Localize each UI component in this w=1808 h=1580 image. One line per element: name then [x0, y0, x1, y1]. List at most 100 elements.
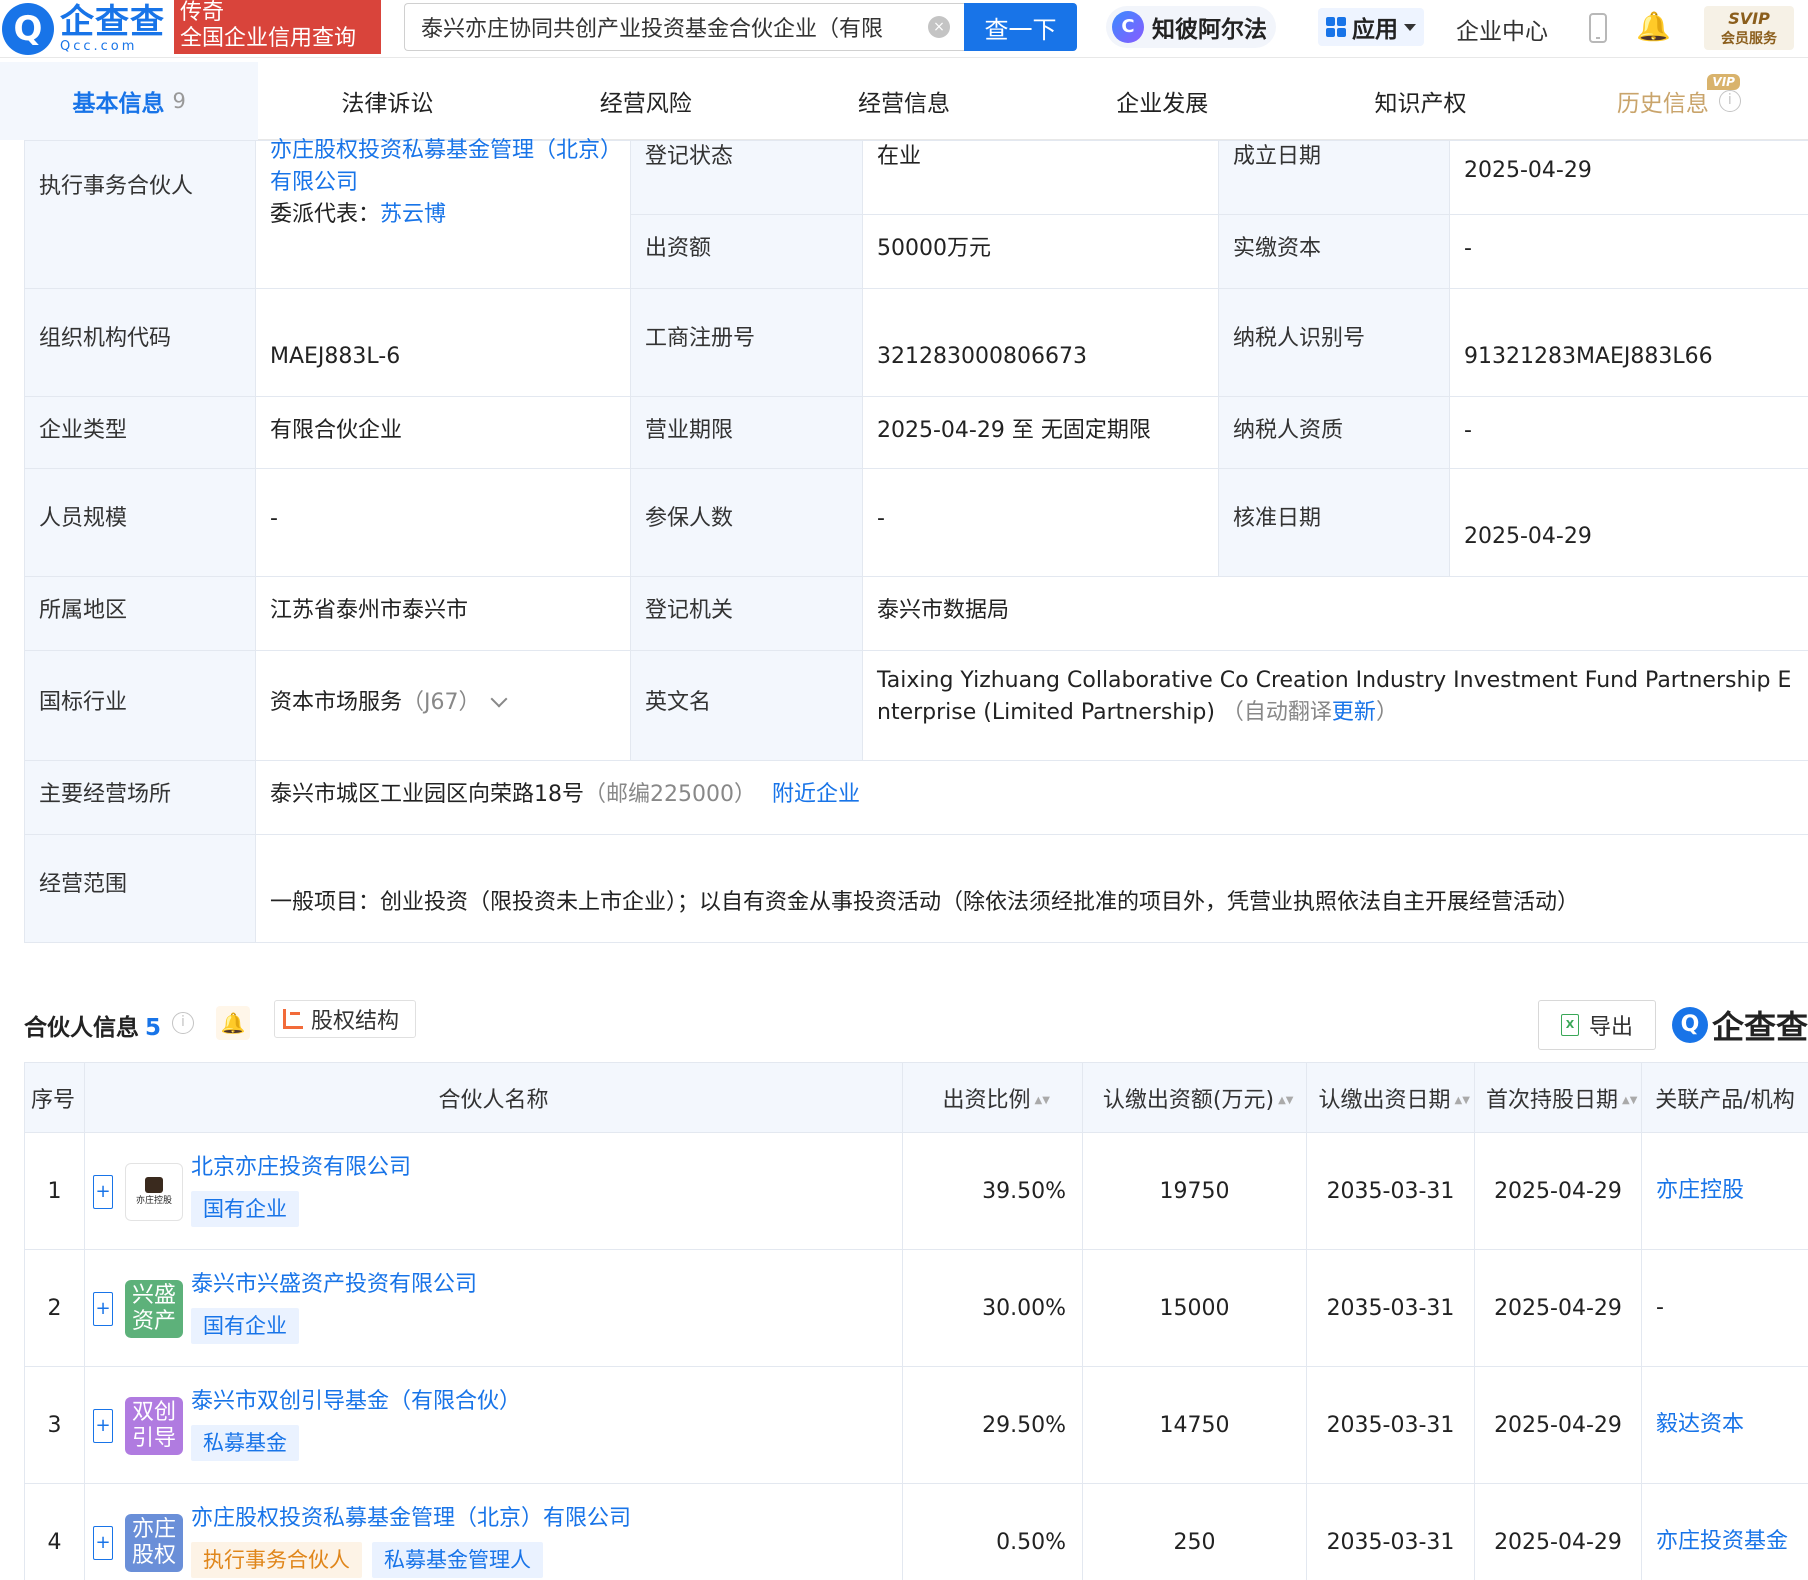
expand-icon[interactable]: + [93, 1526, 113, 1560]
sort-icon[interactable]: ▲▼ [1455, 1095, 1470, 1105]
tab-history[interactable]: 历史信息 VIP i [1550, 62, 1808, 140]
apps-menu-button[interactable]: 应用 [1318, 8, 1424, 46]
sort-icon[interactable]: ▲▼ [1278, 1095, 1293, 1105]
chevron-down-icon[interactable] [490, 690, 507, 708]
amount-value: 19750 [1082, 1132, 1307, 1250]
partner-name-link[interactable]: 北京亦庄投资有限公司 [191, 1149, 411, 1181]
partner-name-link[interactable]: 泰兴市兴盛资产投资有限公司 [191, 1266, 477, 1298]
exec-partner-link[interactable]: 亦庄股权投资私募基金管理（北京）有限公司 [270, 135, 616, 199]
sub-date-value: 2035-03-31 [1306, 1249, 1475, 1367]
logo-mark-icon: Q [2, 3, 54, 55]
insured-label: 参保人数 [630, 468, 863, 577]
term-label: 营业期限 [630, 396, 863, 469]
expand-icon[interactable]: + [93, 1175, 113, 1209]
paid-capital-label: 实缴资本 [1218, 214, 1450, 289]
authority-value: 泰兴市数据局 [862, 576, 1808, 651]
biz-reg-label: 工商注册号 [630, 288, 863, 397]
sort-icon[interactable]: ▲▼ [1622, 1095, 1637, 1105]
related-link[interactable]: 亦庄投资基金 [1641, 1483, 1808, 1580]
delegate-link[interactable]: 苏云博 [380, 202, 446, 227]
company-logo: 兴盛资产 [125, 1280, 183, 1338]
ratio-value: 0.50% [902, 1483, 1083, 1580]
partner-title: 合伙人信息 5 [24, 1015, 162, 1041]
tab-risk[interactable]: 经营风险 [517, 62, 775, 140]
search-button[interactable]: 查一下 [964, 3, 1077, 51]
partner-name-link[interactable]: 泰兴市双创引导基金（有限合伙） [191, 1383, 521, 1415]
related-link[interactable]: 亦庄控股 [1641, 1132, 1808, 1250]
insured-value: - [862, 468, 1219, 577]
delegate-label: 委派代表： [270, 202, 381, 227]
svip-title: SVIP [1728, 9, 1770, 28]
related-link[interactable]: 毅达资本 [1641, 1366, 1808, 1484]
enterprise-center-link[interactable]: 企业中心 [1456, 12, 1548, 46]
org-code-label: 组织机构代码 [24, 288, 256, 397]
ratio-value: 29.50% [902, 1366, 1083, 1484]
tax-qual-value: - [1449, 396, 1808, 469]
term-value: 2025-04-29 至 无固定期限 [862, 396, 1219, 469]
tab-development[interactable]: 企业发展 [1033, 62, 1291, 140]
translate-update-link[interactable]: 更新 [1332, 700, 1376, 725]
paid-capital-value: - [1449, 214, 1808, 289]
en-name-label: 英文名 [630, 650, 863, 761]
export-button[interactable]: X 导出 [1538, 1000, 1656, 1050]
address-label: 主要经营场所 [24, 760, 256, 835]
table-row: 1 + 亦庄控股 北京亦庄投资有限公司 国有企业 39.50% 19750 20… [24, 1132, 1808, 1250]
tab-basic-info[interactable]: 基本信息 9 [0, 62, 259, 140]
reg-status-value: 在业 [862, 140, 1219, 215]
exec-partner-cell: 亦庄股权投资私募基金管理（北京）有限公司 委派代表：苏云博 [255, 138, 631, 289]
sub-date-value: 2035-03-31 [1306, 1132, 1475, 1250]
col-first-date[interactable]: 首次持股日期 ▲▼ [1474, 1062, 1642, 1133]
company-tag: 私募基金管理人 [372, 1542, 543, 1578]
col-sub-date[interactable]: 认缴出资日期 ▲▼ [1306, 1062, 1475, 1133]
est-date-value: 2025-04-29 [1449, 140, 1808, 215]
partner-section-header: 合伙人信息 5 i 🔔 股权结构 X 导出 Q 企查查 [24, 1000, 1808, 1050]
company-tag: 国有企业 [191, 1191, 299, 1227]
svip-button[interactable]: SVIP 会员服务 [1704, 6, 1794, 50]
staff-label: 人员规模 [24, 468, 256, 577]
ratio-value: 39.50% [902, 1132, 1083, 1250]
info-icon[interactable]: i [1718, 90, 1741, 112]
equity-tree-icon [283, 1009, 303, 1029]
ai-assistant-button[interactable]: C 知彼阿尔法 [1106, 6, 1276, 48]
industry-cell[interactable]: 资本市场服务（J67） [255, 650, 631, 761]
ratio-value: 30.00% [902, 1249, 1083, 1367]
partner-name-link[interactable]: 亦庄股权投资私募基金管理（北京）有限公司 [191, 1500, 631, 1532]
row-index: 1 [24, 1132, 85, 1250]
top-header: Q 企查查 Qcc.com 传奇 全国企业信用查询 泰兴亦庄协同共创产业投资基金… [0, 0, 1808, 58]
equity-structure-button[interactable]: 股权结构 [274, 1000, 416, 1038]
tab-operations[interactable]: 经营信息 [775, 62, 1033, 140]
scope-label: 经营范围 [24, 834, 256, 943]
expand-icon[interactable]: + [93, 1292, 113, 1326]
col-ratio[interactable]: 出资比例 ▲▼ [902, 1062, 1083, 1133]
col-amount[interactable]: 认缴出资额(万元) ▲▼ [1082, 1062, 1307, 1133]
col-related: 关联产品/机构 [1641, 1062, 1808, 1133]
monitor-bell-icon[interactable]: 🔔 [216, 1006, 250, 1040]
mobile-icon[interactable] [1589, 13, 1607, 43]
notification-bell-icon[interactable]: 🔔 [1636, 10, 1671, 43]
promo-banner[interactable]: 传奇 全国企业信用查询 [174, 0, 381, 54]
apps-label: 应用 [1352, 17, 1398, 43]
tab-ip[interactable]: 知识产权 [1291, 62, 1549, 140]
search-input[interactable]: 泰兴亦庄协同共创产业投资基金合伙企业（有限 [404, 3, 964, 51]
industry-code: （J67） [402, 690, 481, 715]
company-type-value: 有限合伙企业 [255, 396, 631, 469]
ai-label: 知彼阿尔法 [1152, 17, 1267, 43]
nearby-companies-link[interactable]: 附近企业 [772, 782, 860, 807]
sort-icon[interactable]: ▲▼ [1035, 1095, 1050, 1105]
row-index: 3 [24, 1366, 85, 1484]
section-tabs: 基本信息 9 法律诉讼 经营风险 经营信息 企业发展 知识产权 历史信息 VIP … [0, 62, 1808, 140]
qcc-logo[interactable]: Q 企查查 Qcc.com [0, 0, 168, 58]
tab-legal[interactable]: 法律诉讼 [258, 62, 516, 140]
svip-subtitle: 会员服务 [1721, 31, 1777, 47]
col-index: 序号 [24, 1062, 85, 1133]
related-value: - [1641, 1249, 1808, 1367]
logo-domain: Qcc.com [60, 39, 138, 54]
biz-reg-value: 321283000806673 [862, 288, 1219, 397]
expand-icon[interactable]: + [93, 1409, 113, 1443]
amount-value: 15000 [1082, 1249, 1307, 1367]
region-label: 所属地区 [24, 576, 256, 651]
info-icon[interactable]: i [172, 1012, 194, 1034]
first-date-value: 2025-04-29 [1474, 1366, 1642, 1484]
company-logo: 亦庄股权 [125, 1514, 183, 1572]
clear-icon[interactable]: × [928, 16, 950, 38]
